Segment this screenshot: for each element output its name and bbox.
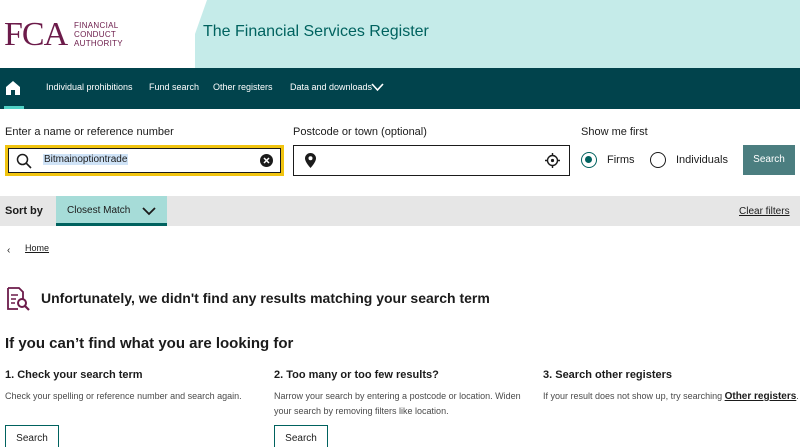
chevron-left-icon: ‹ — [7, 245, 11, 256]
help-heading: If you can’t find what you are looking f… — [5, 335, 294, 352]
search-icon — [16, 153, 32, 169]
tip-check-search-term: 1. Check your search term Check your spe… — [5, 369, 267, 404]
main-nav: Individual prohibitions Fund search Othe… — [0, 68, 800, 109]
breadcrumb-home[interactable]: Home — [25, 243, 49, 253]
tip-title: 1. Check your search term — [5, 369, 143, 381]
tip-text: Narrow your search by entering a postcod… — [274, 391, 521, 416]
location-input[interactable] — [293, 145, 570, 176]
name-label: Enter a name or reference number — [5, 126, 174, 138]
radio-firms-label[interactable]: Firms — [607, 154, 635, 166]
name-input-value: Bitmainoptiontrade — [43, 154, 129, 165]
home-icon — [6, 81, 20, 95]
tip-title: 2. Too many or too few results? — [274, 369, 439, 381]
fca-logo-words: FINANCIAL CONDUCT AUTHORITY — [74, 21, 123, 48]
chevron-down-icon[interactable] — [371, 82, 384, 92]
no-results-message: Unfortunately, we didn't find any result… — [41, 290, 490, 306]
site-title[interactable]: The Financial Services Register — [203, 23, 429, 41]
nav-item-data-and-downloads[interactable]: Data and downloads — [290, 82, 372, 92]
tip-search-button[interactable]: Search — [5, 425, 59, 447]
tip-too-many-results: 2. Too many or too few results? Narrow y… — [274, 369, 536, 419]
tip-text-suffix: . — [796, 391, 799, 401]
radio-individuals-label[interactable]: Individuals — [676, 154, 728, 166]
site-header: FCA FINANCIAL CONDUCT AUTHORITY The Fina… — [0, 0, 800, 68]
location-label: Postcode or town (optional) — [293, 126, 427, 138]
radio-individuals[interactable] — [650, 152, 666, 168]
nav-item-fund-search[interactable]: Fund search — [149, 82, 199, 92]
sort-label: Sort by — [5, 205, 43, 217]
chevron-down-icon — [142, 207, 156, 216]
clear-icon[interactable] — [260, 154, 273, 167]
crosshair-icon[interactable] — [545, 153, 560, 168]
radio-selected-dot — [585, 156, 592, 163]
tip-search-button[interactable]: Search — [274, 425, 328, 447]
show-first-label: Show me first — [581, 126, 648, 138]
tip-text-body: If your result does not show up, try sea… — [543, 391, 725, 401]
other-registers-link[interactable]: Other registers — [725, 391, 797, 402]
name-search-input[interactable]: Bitmainoptiontrade — [5, 145, 284, 176]
sort-bar: Sort by Closest Match — [0, 196, 800, 226]
document-search-icon — [7, 287, 30, 311]
radio-firms[interactable] — [581, 152, 597, 168]
fca-logo[interactable]: FCA — [4, 18, 68, 52]
location-pin-icon — [305, 153, 316, 168]
nav-active-indicator — [4, 106, 24, 109]
logo-word: CONDUCT — [74, 30, 117, 39]
nav-item-other-registers[interactable]: Other registers — [213, 82, 273, 92]
search-button[interactable]: Search — [743, 145, 795, 175]
sort-selected: Closest Match — [67, 205, 131, 216]
nav-item-individual-prohibitions[interactable]: Individual prohibitions — [46, 82, 133, 92]
logo-word: FINANCIAL — [74, 21, 119, 30]
tip-other-registers: 3. Search other registers If your result… — [543, 369, 800, 404]
tip-text: Check your spelling or reference number … — [5, 391, 242, 401]
nav-home[interactable] — [0, 68, 28, 109]
sort-dropdown[interactable]: Closest Match — [56, 196, 167, 226]
logo-word: AUTHORITY — [74, 39, 123, 48]
tip-text: If your result does not show up, try sea… — [543, 389, 800, 404]
tip-title: 3. Search other registers — [543, 369, 673, 381]
clear-filters-link[interactable]: Clear filters — [739, 206, 790, 217]
